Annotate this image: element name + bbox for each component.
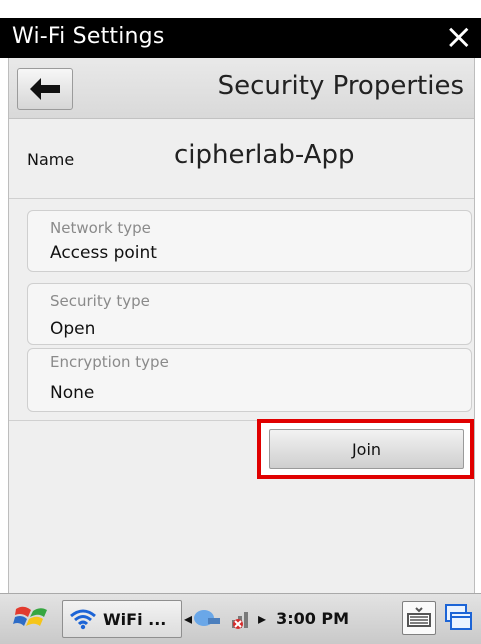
wifi-task-button[interactable]: WiFi ... bbox=[62, 600, 182, 638]
divider bbox=[9, 198, 474, 199]
close-icon[interactable]: × bbox=[445, 20, 474, 54]
back-button[interactable] bbox=[17, 68, 73, 110]
encryption-type-field[interactable]: Encryption type None bbox=[27, 348, 472, 412]
security-type-label: Security type bbox=[50, 292, 150, 310]
tray-left-arrow-icon[interactable]: ◂ bbox=[184, 609, 192, 628]
join-button[interactable]: Join bbox=[269, 429, 464, 469]
network-type-field[interactable]: Network type Access point bbox=[27, 210, 472, 272]
network-type-value: Access point bbox=[50, 243, 157, 263]
windows-start-icon[interactable] bbox=[12, 602, 54, 634]
wifi-settings-window: Wi-Fi Settings × Security Properties Nam… bbox=[0, 0, 481, 644]
windows-switch-icon[interactable] bbox=[441, 601, 475, 633]
security-type-field[interactable]: Security type Open bbox=[27, 283, 472, 345]
wifi-task-label: WiFi ... bbox=[103, 609, 167, 629]
page-title: Security Properties bbox=[217, 71, 464, 101]
tray-right-arrow-icon[interactable]: ▸ bbox=[258, 609, 266, 628]
window-title: Wi-Fi Settings bbox=[12, 24, 165, 49]
clock[interactable]: 3:00 PM bbox=[276, 609, 349, 628]
network-name-row: Name cipherlab-App bbox=[9, 138, 474, 178]
wifi-icon bbox=[70, 609, 96, 630]
network-name-label: Name bbox=[27, 150, 75, 169]
keyboard-icon[interactable] bbox=[402, 601, 436, 635]
network-connection-icon[interactable] bbox=[192, 606, 222, 630]
system-tray: ◂ ▸ 3:00 PM bbox=[184, 600, 438, 636]
arrow-left-icon bbox=[30, 78, 60, 100]
security-properties-panel: Security Properties Name cipherlab-App N… bbox=[8, 58, 475, 593]
encryption-type-label: Encryption type bbox=[50, 353, 169, 371]
signal-error-icon[interactable] bbox=[228, 606, 258, 630]
network-type-label: Network type bbox=[50, 219, 151, 237]
encryption-type-value: None bbox=[50, 383, 95, 403]
security-type-value: Open bbox=[50, 319, 96, 339]
taskbar: WiFi ... ◂ ▸ 3:00 PM bbox=[0, 593, 481, 644]
title-bar: Wi-Fi Settings × bbox=[0, 18, 481, 58]
join-highlight-box: Join bbox=[257, 419, 474, 479]
network-name-value: cipherlab-App bbox=[174, 140, 355, 170]
panel-header: Security Properties bbox=[9, 58, 474, 119]
